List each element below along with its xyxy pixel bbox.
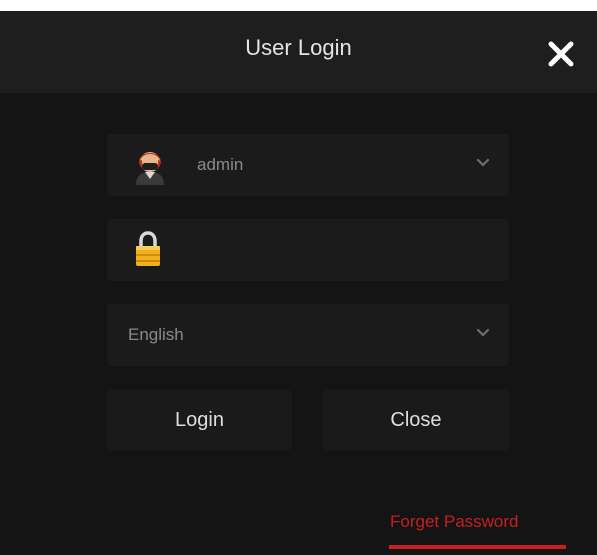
login-button[interactable]: Login [107,390,292,450]
user-select-value: admin [197,155,244,174]
login-dialog: User Login admin English Login Close For… [0,11,597,555]
close-icon[interactable] [546,39,576,69]
dialog-title: User Login [245,35,352,60]
user-select[interactable]: admin [107,134,509,196]
close-button[interactable]: Close [323,390,509,450]
user-avatar-icon [136,152,164,185]
lock-icon [136,231,160,266]
password-input[interactable] [187,235,491,267]
language-select[interactable]: English [107,304,509,366]
password-field[interactable] [107,219,509,281]
forgot-password-underline [389,545,566,549]
chevron-down-icon [476,328,490,337]
chevron-down-icon [476,158,490,167]
language-select-value: English [128,325,184,344]
dialog-titlebar: User Login [0,11,597,93]
forgot-password-link[interactable]: Forget Password [390,510,519,534]
